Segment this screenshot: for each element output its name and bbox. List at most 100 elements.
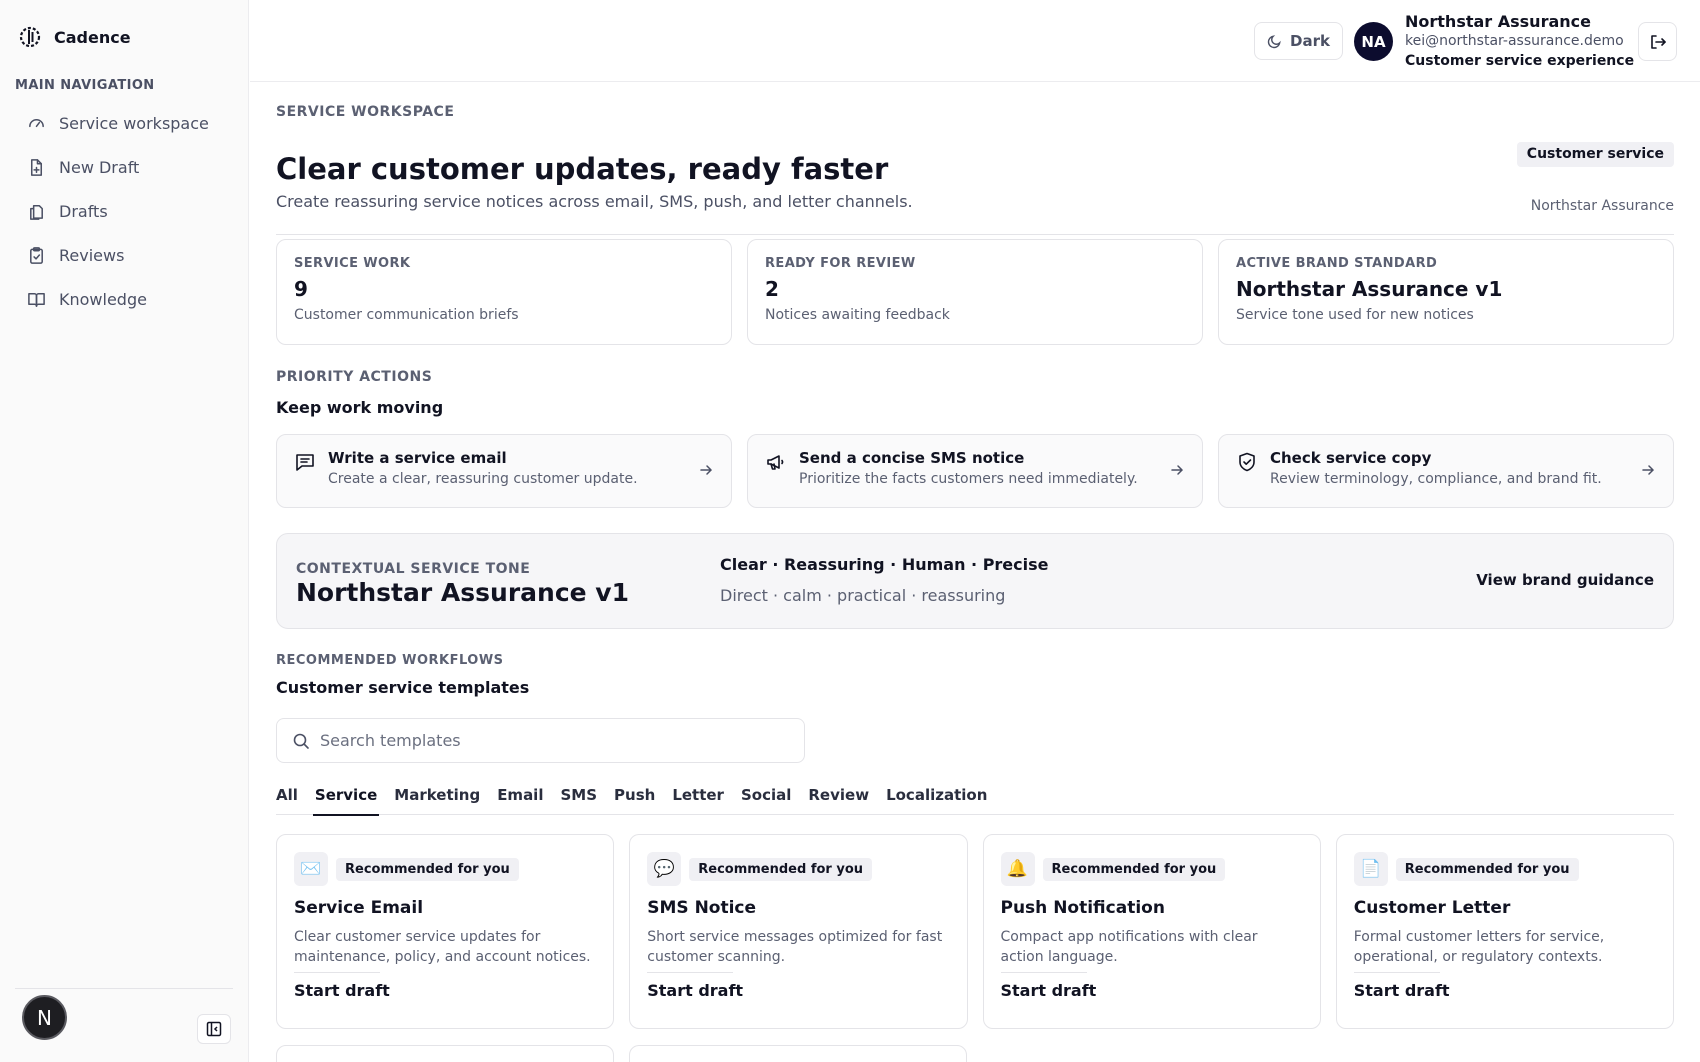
stat-card: ACTIVE BRAND STANDARD Northstar Assuranc…: [1218, 239, 1674, 345]
logout-icon: [1650, 34, 1666, 49]
tone-name: Northstar Assurance v1: [296, 578, 629, 607]
template-card-push-notification[interactable]: 🔔 Recommended for you Push Notification …: [982, 834, 1321, 1029]
priority-actions-eyebrow: PRIORITY ACTIONS: [276, 369, 433, 385]
nav-item-service-workspace[interactable]: Service workspace: [15, 101, 235, 145]
nav-item-label: Knowledge: [59, 289, 147, 309]
gauge-icon: [29, 118, 44, 127]
tab-localization[interactable]: Localization: [886, 782, 987, 815]
cadence-logo-icon: [19, 26, 41, 48]
nav-item-label: Reviews: [59, 245, 125, 265]
template-card-partial[interactable]: [629, 1045, 967, 1062]
shield-check-icon: [1239, 452, 1255, 472]
nav-item-knowledge[interactable]: Knowledge: [15, 277, 235, 321]
action-send-sms-notice[interactable]: Send a concise SMS notice Prioritize the…: [747, 434, 1203, 508]
nav-item-reviews[interactable]: Reviews: [15, 233, 235, 277]
card-divider: [294, 972, 380, 973]
tab-review[interactable]: Review: [808, 782, 869, 815]
action-check-service-copy[interactable]: Check service copy Review terminology, c…: [1218, 434, 1674, 508]
card-title: Customer Letter: [1353, 898, 1511, 918]
nav-item-label: Service workspace: [59, 113, 209, 133]
tab-marketing[interactable]: Marketing: [394, 782, 480, 815]
user-name: Northstar Assurance: [1405, 12, 1591, 31]
card-divider: [1000, 972, 1087, 973]
card-description: Short service messages optimized for fas…: [647, 929, 943, 965]
main-navigation: Service workspace New Draft Drafts Revie…: [15, 101, 235, 321]
logout-button[interactable]: [1638, 22, 1677, 61]
brand-name: Cadence: [54, 27, 131, 47]
files-icon: [30, 204, 43, 220]
template-card-partial[interactable]: [276, 1045, 614, 1062]
action-description: Review terminology, compliance, and bran…: [1270, 471, 1602, 487]
start-draft-button[interactable]: Start draft: [647, 981, 743, 1000]
service-tone-panel: CONTEXTUAL SERVICE TONE Northstar Assura…: [276, 533, 1674, 629]
nav-item-drafts[interactable]: Drafts: [15, 189, 235, 233]
template-card-service-email[interactable]: ✉️ Recommended for you Service Email Cle…: [276, 834, 615, 1029]
tab-service[interactable]: Service: [312, 782, 380, 816]
tab-letter[interactable]: Letter: [672, 782, 724, 815]
stat-description: Service tone used for new notices: [1236, 307, 1474, 323]
tab-email[interactable]: Email: [497, 782, 543, 815]
card-title: Service Email: [294, 898, 424, 918]
recommended-badge: Recommended for you: [1042, 857, 1226, 881]
card-description: Compact app notifications with clear act…: [1000, 929, 1258, 965]
workspace-badge: Customer service: [1516, 142, 1674, 167]
tab-sms[interactable]: SMS: [560, 782, 597, 815]
speech-bubble-icon: 💬: [647, 852, 682, 886]
stat-label: ACTIVE BRAND STANDARD: [1236, 256, 1438, 271]
view-brand-guidance-link[interactable]: View brand guidance: [1476, 571, 1654, 589]
stat-value: 2: [765, 277, 779, 301]
card-divider: [1353, 972, 1440, 973]
page-subtitle: Create reassuring service notices across…: [276, 192, 913, 211]
theme-toggle-button[interactable]: Dark: [1254, 22, 1343, 60]
brand[interactable]: Cadence: [19, 26, 131, 48]
tab-social[interactable]: Social: [741, 782, 791, 815]
action-title: Check service copy: [1270, 449, 1432, 467]
workspace-organization: Northstar Assurance: [1530, 198, 1674, 214]
message-square-text-icon: [296, 454, 314, 471]
template-tabs: All Service Marketing Email SMS Push Let…: [276, 782, 1674, 816]
stat-card: SERVICE WORK 9 Customer communication br…: [276, 239, 732, 345]
tone-traits: Direct · calm · practical · reassuring: [720, 586, 1006, 605]
user-info: Northstar Assurance kei@northstar-assura…: [1405, 12, 1634, 71]
tone-eyebrow: CONTEXTUAL SERVICE TONE: [296, 561, 531, 577]
page-title: Clear customer updates, ready faster: [276, 152, 889, 186]
megaphone-icon: [767, 455, 784, 470]
collapse-sidebar-button[interactable]: [197, 1014, 231, 1044]
tab-all[interactable]: All: [276, 782, 298, 815]
stat-label: SERVICE WORK: [294, 256, 411, 271]
recommended-badge: Recommended for you: [1395, 857, 1579, 881]
start-draft-button[interactable]: Start draft: [294, 981, 390, 1000]
action-write-service-email[interactable]: Write a service email Create a clear, re…: [276, 434, 732, 508]
header-divider: [276, 234, 1674, 235]
priority-actions: Write a service email Create a clear, re…: [276, 434, 1674, 508]
template-search[interactable]: [276, 718, 805, 763]
workflows-eyebrow: RECOMMENDED WORKFLOWS: [276, 653, 504, 668]
template-cards: ✉️ Recommended for you Service Email Cle…: [276, 834, 1674, 1029]
tab-push[interactable]: Push: [614, 782, 655, 815]
template-card-sms-notice[interactable]: 💬 Recommended for you SMS Notice Short s…: [629, 834, 968, 1029]
stat-card: READY FOR REVIEW 2 Notices awaiting feed…: [747, 239, 1203, 345]
arrow-right-icon: [1171, 465, 1184, 475]
tone-keywords: Clear · Reassuring · Human · Precise: [720, 555, 1049, 574]
recommended-badge: Recommended for you: [689, 857, 873, 881]
top-bar: Dark NA Northstar Assurance kei@northsta…: [250, 0, 1700, 82]
start-draft-button[interactable]: Start draft: [1001, 981, 1097, 1000]
search-input[interactable]: [320, 731, 790, 750]
framework-avatar[interactable]: N: [22, 995, 67, 1040]
card-title: SMS Notice: [647, 898, 757, 918]
action-description: Prioritize the facts customers need imme…: [799, 471, 1138, 487]
sidebar-collapse-icon: [206, 1021, 222, 1037]
template-card-customer-letter[interactable]: 📄 Recommended for you Customer Letter Fo…: [1335, 834, 1674, 1029]
sidebar: Cadence MAIN NAVIGATION Service workspac…: [0, 0, 249, 1062]
arrow-right-icon: [700, 465, 713, 475]
template-cards-next-row: [276, 1045, 1674, 1062]
user-avatar[interactable]: NA: [1354, 22, 1393, 61]
nav-item-new-draft[interactable]: New Draft: [15, 145, 235, 189]
start-draft-button[interactable]: Start draft: [1354, 981, 1450, 1000]
stat-description: Notices awaiting feedback: [765, 307, 950, 323]
document-icon: 📄: [1353, 852, 1388, 886]
action-title: Write a service email: [328, 449, 507, 467]
card-divider: [647, 972, 734, 973]
user-role: Customer service experience: [1405, 53, 1635, 69]
workflows-title: Customer service templates: [276, 678, 530, 697]
